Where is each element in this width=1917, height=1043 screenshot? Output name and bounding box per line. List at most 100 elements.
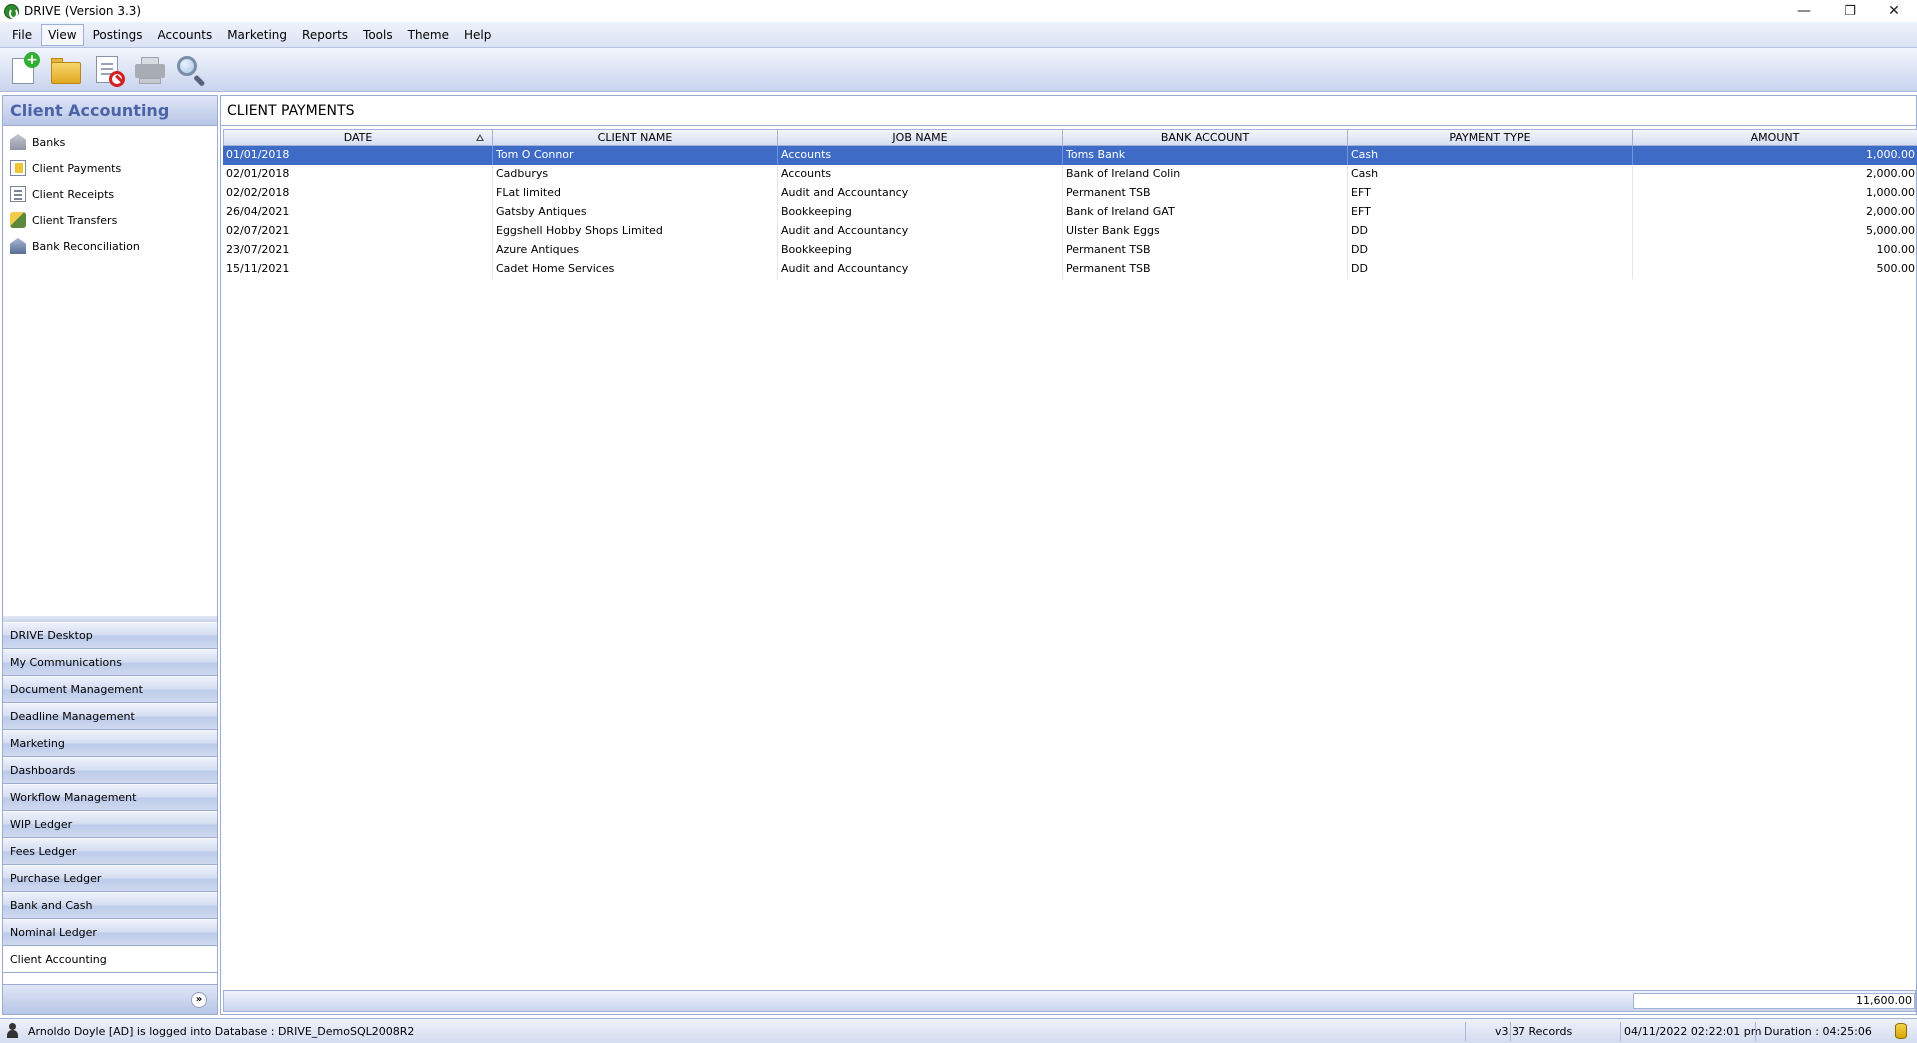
menu-postings[interactable]: Postings <box>87 25 149 45</box>
menu-view[interactable]: View <box>41 23 84 46</box>
current-datetime: 04/11/2022 02:22:01 pm <box>1624 1025 1762 1038</box>
menu-reports[interactable]: Reports <box>296 25 354 45</box>
cell-job-name: Bookkeeping <box>778 203 1063 222</box>
menu-tools[interactable]: Tools <box>357 25 399 45</box>
cell-job-name: Audit and Accountancy <box>778 260 1063 279</box>
window-title: DRIVE (Version 3.3) <box>24 4 142 18</box>
open-folder-icon[interactable] <box>48 52 84 88</box>
table-row[interactable]: 23/07/2021 Azure Antiques Bookkeeping Pe… <box>223 241 1917 260</box>
page-title: CLIENT PAYMENTS <box>221 96 1916 126</box>
cell-payment-type: DD <box>1348 260 1633 279</box>
module-bank-and-cash[interactable]: Bank and Cash <box>3 892 217 919</box>
cell-bank-account: Bank of Ireland Colin <box>1063 165 1348 184</box>
menu-marketing[interactable]: Marketing <box>221 25 293 45</box>
minimize-button[interactable]: — <box>1781 0 1827 22</box>
reconciliation-icon <box>10 238 26 254</box>
cell-date: 02/01/2018 <box>223 165 493 184</box>
cell-bank-account: Permanent TSB <box>1063 184 1348 203</box>
cell-client-name: Cadet Home Services <box>493 260 778 279</box>
main-content: CLIENT PAYMENTS DATE CLIENT NAME JOB NAM… <box>220 95 1917 1015</box>
column-header-amount[interactable]: AMOUNT <box>1633 129 1917 146</box>
cell-client-name: Gatsby Antiques <box>493 203 778 222</box>
table-row[interactable]: 01/01/2018 Tom O Connor Accounts Toms Ba… <box>223 146 1917 165</box>
module-nominal-ledger[interactable]: Nominal Ledger <box>3 919 217 946</box>
cell-date: 26/04/2021 <box>223 203 493 222</box>
column-header-date[interactable]: DATE <box>223 129 493 146</box>
drive-app-icon <box>4 3 19 19</box>
table-row[interactable]: 26/04/2021 Gatsby Antiques Bookkeeping B… <box>223 203 1917 222</box>
bank-icon <box>10 134 26 150</box>
module-drive-desktop[interactable]: DRIVE Desktop <box>3 622 217 649</box>
module-my-communications[interactable]: My Communications <box>3 649 217 676</box>
delete-document-icon[interactable] <box>90 52 126 88</box>
menu-file[interactable]: File <box>6 25 38 45</box>
navigation-list: Banks Client Payments Client Receipts Cl… <box>3 126 217 259</box>
nav-item-label: Bank Reconciliation <box>32 239 140 253</box>
nav-item-label: Client Transfers <box>32 213 118 227</box>
column-header-label: CLIENT NAME <box>597 131 673 144</box>
cell-bank-account: Bank of Ireland GAT <box>1063 203 1348 222</box>
cell-amount: 100.00 <box>1633 241 1917 260</box>
cell-payment-type: Cash <box>1348 165 1633 184</box>
module-workflow-management[interactable]: Workflow Management <box>3 784 217 811</box>
table-row[interactable]: 02/02/2018 FLat limited Audit and Accoun… <box>223 184 1917 203</box>
cell-amount: 1,000.00 <box>1633 146 1917 165</box>
module-purchase-ledger[interactable]: Purchase Ledger <box>3 865 217 892</box>
cell-payment-type: Cash <box>1348 146 1633 165</box>
menu-accounts[interactable]: Accounts <box>152 25 219 45</box>
transfer-icon <box>10 212 26 228</box>
sort-ascending-icon <box>476 134 484 141</box>
navigation-panel-footer: » <box>3 984 217 1014</box>
module-document-management[interactable]: Document Management <box>3 676 217 703</box>
cell-bank-account: Permanent TSB <box>1063 241 1348 260</box>
cell-client-name: FLat limited <box>493 184 778 203</box>
cell-amount: 2,000.00 <box>1633 203 1917 222</box>
login-status: Arnoldo Doyle [AD] is logged into Databa… <box>28 1025 415 1038</box>
menu-theme[interactable]: Theme <box>402 25 455 45</box>
table-row[interactable]: 02/01/2018 Cadburys Accounts Bank of Ire… <box>223 165 1917 184</box>
cell-amount: 500.00 <box>1633 260 1917 279</box>
column-header-client-name[interactable]: CLIENT NAME <box>493 129 778 146</box>
cell-payment-type: EFT <box>1348 184 1633 203</box>
module-list: DRIVE Desktop My Communications Document… <box>3 622 217 973</box>
status-divider <box>1755 1022 1756 1041</box>
close-button[interactable]: ✕ <box>1871 0 1917 22</box>
column-header-label: BANK ACCOUNT <box>1160 131 1250 144</box>
column-header-bank-account[interactable]: BANK ACCOUNT <box>1063 129 1348 146</box>
status-divider <box>1620 1022 1621 1041</box>
nav-item-client-payments[interactable]: Client Payments <box>3 155 217 181</box>
user-icon <box>6 1023 18 1039</box>
module-wip-ledger[interactable]: WIP Ledger <box>3 811 217 838</box>
nav-item-bank-reconciliation[interactable]: Bank Reconciliation <box>3 233 217 259</box>
nav-item-client-transfers[interactable]: Client Transfers <box>3 207 217 233</box>
module-client-accounting[interactable]: Client Accounting <box>3 946 217 973</box>
nav-item-label: Client Payments <box>32 161 122 175</box>
new-document-icon[interactable]: + <box>6 51 42 88</box>
column-header-job-name[interactable]: JOB NAME <box>778 129 1063 146</box>
restore-button[interactable]: ❐ <box>1827 0 1873 22</box>
module-deadline-management[interactable]: Deadline Management <box>3 703 217 730</box>
column-header-label: AMOUNT <box>1750 131 1800 144</box>
menu-help[interactable]: Help <box>458 25 497 45</box>
cell-client-name: Tom O Connor <box>493 146 778 165</box>
module-marketing[interactable]: Marketing <box>3 730 217 757</box>
cell-bank-account: Toms Bank <box>1063 146 1348 165</box>
navigation-panel: Client Accounting Banks Client Payments … <box>2 95 218 1015</box>
table-row[interactable]: 15/11/2021 Cadet Home Services Audit and… <box>223 260 1917 279</box>
expand-chevron-icon[interactable]: » <box>191 992 207 1008</box>
module-fees-ledger[interactable]: Fees Ledger <box>3 838 217 865</box>
cell-job-name: Accounts <box>778 146 1063 165</box>
printer-icon[interactable] <box>132 52 168 88</box>
nav-item-label: Client Receipts <box>32 187 115 201</box>
cell-payment-type: DD <box>1348 241 1633 260</box>
table-row[interactable]: 02/07/2021 Eggshell Hobby Shops Limited … <box>223 222 1917 241</box>
magnifier-icon[interactable] <box>174 52 210 88</box>
column-header-payment-type[interactable]: PAYMENT TYPE <box>1348 129 1633 146</box>
module-dashboards[interactable]: Dashboards <box>3 757 217 784</box>
cell-client-name: Azure Antiques <box>493 241 778 260</box>
navigation-panel-title: Client Accounting <box>3 96 217 126</box>
grid-header: DATE CLIENT NAME JOB NAME BANK ACCOUNT P… <box>223 129 1917 146</box>
column-header-label: DATE <box>343 131 373 144</box>
nav-item-banks[interactable]: Banks <box>3 129 217 155</box>
nav-item-client-receipts[interactable]: Client Receipts <box>3 181 217 207</box>
